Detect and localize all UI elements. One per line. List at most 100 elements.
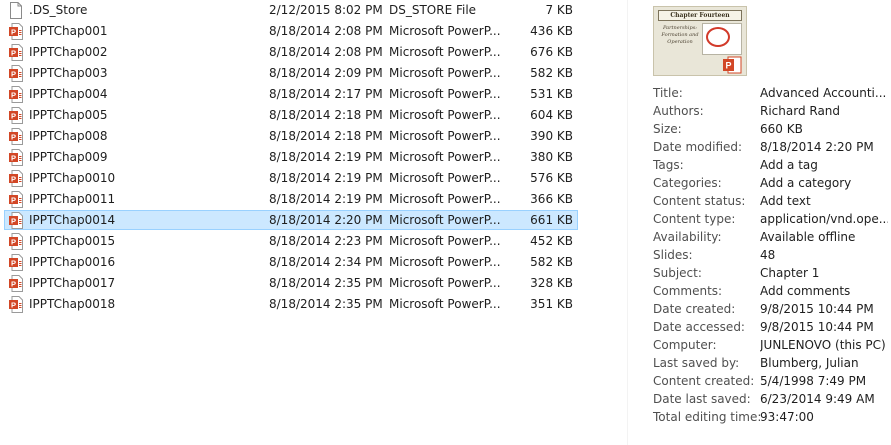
file-date-modified: 2/12/2015 8:02 PM	[269, 3, 383, 17]
property-row: Slides: 48	[653, 246, 891, 264]
file-row[interactable]: P IPPTChap0014 8/18/2014 2:20 PM Microsoft …	[4, 210, 578, 230]
property-row: Comments: Add comments	[653, 282, 891, 300]
file-row[interactable]: P IPPTChap008 8/18/2014 2:18 PM Microsoft P…	[4, 126, 578, 146]
file-date-modified: 8/18/2014 2:09 PM	[269, 66, 383, 80]
file-type: Microsoft PowerP...	[389, 45, 501, 59]
powerpoint-file-icon: P	[9, 254, 23, 271]
file-date-modified: 8/18/2014 2:19 PM	[269, 150, 383, 164]
file-type: Microsoft PowerP...	[389, 192, 501, 206]
file-row[interactable]: P IPPTChap0017 8/18/2014 2:35 PM Microsoft …	[4, 273, 578, 293]
file-type: Microsoft PowerP...	[389, 255, 501, 269]
property-value[interactable]: Add text	[760, 192, 888, 210]
powerpoint-file-icon: P	[9, 65, 23, 82]
property-label: Title:	[653, 86, 683, 100]
file-size: 390 KB	[530, 129, 573, 143]
property-value: Blumberg, Julian	[760, 356, 859, 370]
property-row: Authors: Richard Rand	[653, 102, 891, 120]
property-row: Content status: Add text	[653, 192, 891, 210]
powerpoint-file-icon: P	[9, 233, 23, 250]
property-label: Total editing time:	[653, 410, 762, 424]
file-date-modified: 8/18/2014 2:35 PM	[269, 297, 383, 311]
property-row: Date last saved: 6/23/2014 9:49 AM	[653, 390, 891, 408]
file-date-modified: 8/18/2014 2:19 PM	[269, 192, 383, 206]
file-name: .DS_Store	[29, 3, 88, 17]
file-row[interactable]: P IPPTChap002 8/18/2014 2:08 PM Microsoft P…	[4, 42, 578, 62]
property-value: 9/8/2015 10:44 PM	[760, 320, 874, 334]
file-type: Microsoft PowerP...	[389, 213, 501, 227]
file-type: Microsoft PowerP...	[389, 66, 501, 80]
file-type: Microsoft PowerP...	[389, 24, 501, 38]
svg-text:P: P	[11, 153, 16, 162]
property-value[interactable]: Add comments	[760, 282, 888, 300]
file-date-modified: 8/18/2014 2:20 PM	[269, 213, 383, 227]
property-row: Total editing time: 93:47:00	[653, 408, 891, 426]
powerpoint-file-icon: P	[9, 275, 23, 292]
file-date-modified: 8/18/2014 2:35 PM	[269, 276, 383, 290]
property-label: Tags:	[653, 158, 684, 172]
property-label: Computer:	[653, 338, 717, 352]
property-value[interactable]: Add a tag	[760, 156, 888, 174]
file-date-modified: 8/18/2014 2:23 PM	[269, 234, 383, 248]
property-row: Content type: application/vnd.ope...	[653, 210, 891, 228]
file-size: 531 KB	[530, 87, 573, 101]
property-value[interactable]: Chapter 1	[760, 264, 888, 282]
file-type: Microsoft PowerP...	[389, 276, 501, 290]
property-row: Computer: JUNLENOVO (this PC)	[653, 336, 891, 354]
powerpoint-file-icon: P	[9, 23, 23, 40]
file-row[interactable]: P IPPTChap0011 8/18/2014 2:19 PM Microsoft …	[4, 189, 578, 209]
file-type: Microsoft PowerP...	[389, 171, 501, 185]
file-type: Microsoft PowerP...	[389, 108, 501, 122]
svg-text:P: P	[11, 48, 16, 57]
svg-text:P: P	[11, 69, 16, 78]
property-label: Availability:	[653, 230, 722, 244]
property-label: Size:	[653, 122, 682, 136]
file-row[interactable]: P IPPTChap004 8/18/2014 2:17 PM Microsoft P…	[4, 84, 578, 104]
property-label: Content type:	[653, 212, 736, 226]
file-row[interactable]: P IPPTChap0010 8/18/2014 2:19 PM Microsoft …	[4, 168, 578, 188]
property-label: Comments:	[653, 284, 723, 298]
file-type: Microsoft PowerP...	[389, 234, 501, 248]
property-label: Date modified:	[653, 140, 743, 154]
property-value[interactable]: Richard Rand	[760, 102, 888, 120]
property-value[interactable]: Add a category	[760, 174, 888, 192]
property-value: 93:47:00	[760, 410, 814, 424]
file-row[interactable]: P IPPTChap0016 8/18/2014 2:34 PM Microsoft …	[4, 252, 578, 272]
file-row[interactable]: P IPPTChap005 8/18/2014 2:18 PM Microsoft P…	[4, 105, 578, 125]
file-name: IPPTChap0017	[29, 276, 116, 290]
file-size: 328 KB	[530, 276, 573, 290]
file-type: Microsoft PowerP...	[389, 150, 501, 164]
file-row[interactable]: P IPPTChap001 8/18/2014 2:08 PM Microsoft P…	[4, 21, 578, 41]
file-row[interactable]: P IPPTChap003 8/18/2014 2:09 PM Microsoft P…	[4, 63, 578, 83]
file-name: IPPTChap008	[29, 129, 108, 143]
file-row[interactable]: P IPPTChap0018 8/18/2014 2:35 PM Microsoft …	[4, 294, 578, 314]
property-value: application/vnd.ope...	[760, 212, 888, 226]
property-value: 48	[760, 248, 776, 262]
powerpoint-file-icon: P	[9, 191, 23, 208]
file-size: 380 KB	[530, 150, 573, 164]
property-value: 660 KB	[760, 122, 803, 136]
property-row: Date accessed: 9/8/2015 10:44 PM	[653, 318, 891, 336]
file-name: IPPTChap004	[29, 87, 108, 101]
svg-text:P: P	[11, 300, 16, 309]
file-row[interactable]: P IPPTChap009 8/18/2014 2:19 PM Microsoft P…	[4, 147, 578, 167]
file-type: DS_STORE File	[389, 3, 477, 17]
thumbnail-title: Chapter Fourteen	[658, 10, 742, 21]
file-size: 452 KB	[530, 234, 573, 248]
powerpoint-badge-icon: P	[722, 55, 742, 75]
file-row[interactable]: .DS_Store 2/12/2015 8:02 PM DS_STORE File 7…	[4, 0, 578, 20]
file-name: IPPTChap0016	[29, 255, 116, 269]
file-row[interactable]: P IPPTChap0015 8/18/2014 2:23 PM Microsoft …	[4, 231, 578, 251]
property-value: 5/4/1998 7:49 PM	[760, 374, 867, 388]
file-name: IPPTChap0018	[29, 297, 116, 311]
powerpoint-file-icon: P	[9, 296, 23, 313]
powerpoint-file-icon: P	[9, 212, 23, 229]
file-type: Microsoft PowerP...	[389, 297, 501, 311]
svg-text:P: P	[11, 27, 16, 36]
file-date-modified: 8/18/2014 2:08 PM	[269, 24, 383, 38]
property-value: 6/23/2014 9:49 AM	[760, 392, 875, 406]
file-size: 661 KB	[530, 213, 573, 227]
svg-text:P: P	[11, 132, 16, 141]
file-name: IPPTChap0014	[29, 213, 116, 227]
file-size: 436 KB	[530, 24, 573, 38]
file-name: IPPTChap003	[29, 66, 108, 80]
